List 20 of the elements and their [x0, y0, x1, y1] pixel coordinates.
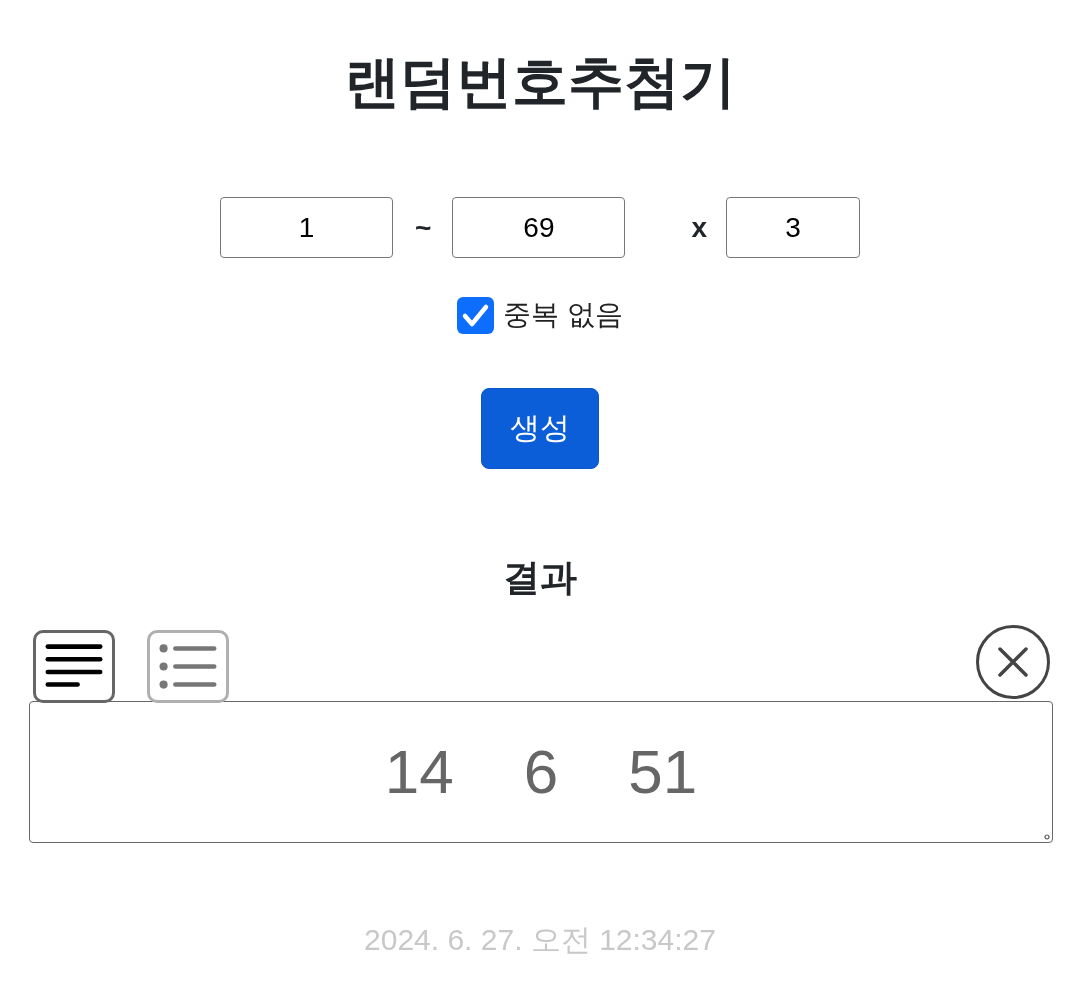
bulleted-list-icon — [159, 643, 217, 690]
generate-button[interactable]: 생성 — [481, 388, 599, 469]
result-heading: 결과 — [503, 556, 577, 599]
page-title: 랜덤번호추첨기 — [344, 49, 736, 115]
resize-grip-icon[interactable] — [1044, 834, 1050, 840]
count-input[interactable]: 3 — [725, 197, 860, 258]
checkbox-label[interactable]: 중복 없음 — [503, 297, 623, 333]
text-view-tab[interactable] — [33, 630, 115, 703]
result-number: 51 — [628, 736, 698, 808]
close-icon[interactable] — [976, 625, 1050, 699]
result-number: 14 — [384, 736, 454, 808]
checkbox[interactable] — [457, 296, 495, 334]
result-field[interactable]: 14 6 51 — [29, 701, 1053, 843]
list-view-tab[interactable] — [147, 630, 229, 703]
text-lines-icon — [45, 643, 103, 690]
result-number: 6 — [523, 736, 559, 808]
max-input[interactable]: 69 — [452, 197, 626, 258]
range-separator: ~ — [415, 210, 432, 245]
min-input[interactable]: 1 — [220, 197, 394, 258]
times-label: x — [691, 210, 707, 245]
